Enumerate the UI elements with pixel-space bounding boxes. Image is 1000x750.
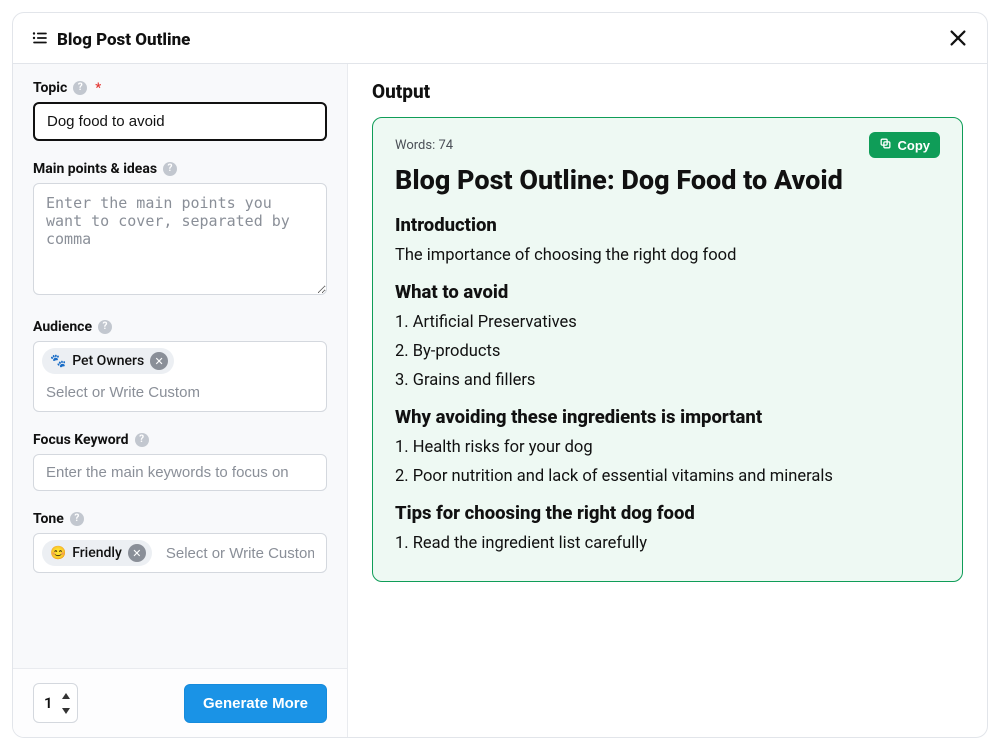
help-icon[interactable]: ? xyxy=(135,433,149,447)
blog-post-outline-dialog: Blog Post Outline Topic ? * xyxy=(12,12,988,738)
audience-chip-pet-owners[interactable]: 🐾 Pet Owners ✕ xyxy=(42,348,174,374)
help-icon[interactable]: ? xyxy=(70,512,84,526)
section-heading: Introduction xyxy=(395,214,940,236)
chip-label: Pet Owners xyxy=(72,353,144,369)
tone-text-input[interactable] xyxy=(162,541,318,566)
remove-chip-button[interactable]: ✕ xyxy=(150,352,168,370)
dialog-header: Blog Post Outline xyxy=(13,13,987,64)
smile-icon: 😊 xyxy=(50,546,66,561)
field-topic: Topic ? * xyxy=(33,80,327,141)
quantity-value: 1 xyxy=(44,694,53,712)
remove-chip-button[interactable]: ✕ xyxy=(128,544,146,562)
main-points-label: Main points & ideas xyxy=(33,161,157,177)
chip-label: Friendly xyxy=(72,545,122,561)
section-heading: Tips for choosing the right dog food xyxy=(395,502,940,524)
sidebar-footer: 1 Generate More xyxy=(13,668,347,737)
tone-chip-friendly[interactable]: 😊 Friendly ✕ xyxy=(42,540,152,566)
output-panel: Output Words: 74 Copy Blog Post xyxy=(348,64,987,737)
stepper-up[interactable] xyxy=(59,688,73,703)
help-icon[interactable]: ? xyxy=(98,320,112,334)
required-indicator: * xyxy=(95,81,101,96)
tone-input[interactable]: 😊 Friendly ✕ xyxy=(33,533,327,573)
outline-list-item: 1. Artificial Preservatives xyxy=(395,313,940,332)
field-tone: Tone ? 😊 Friendly ✕ xyxy=(33,511,327,573)
focus-keyword-input[interactable] xyxy=(33,454,327,491)
outline-title: Blog Post Outline: Dog Food to Avoid xyxy=(395,164,940,196)
audience-label: Audience xyxy=(33,319,92,335)
outline-list-item: 2. By-products xyxy=(395,342,940,361)
output-card: Words: 74 Copy Blog Post Outline: Dog Fo… xyxy=(372,117,963,582)
outline-list-item: 3. Grains and fillers xyxy=(395,371,940,390)
word-count: Words: 74 xyxy=(395,138,453,153)
quantity-stepper[interactable]: 1 xyxy=(33,683,78,723)
stepper-down[interactable] xyxy=(59,703,73,718)
main-points-textarea[interactable] xyxy=(33,183,327,295)
section-heading: Why avoiding these ingredients is import… xyxy=(395,406,940,428)
audience-text-input[interactable] xyxy=(42,378,318,403)
copy-icon xyxy=(879,137,892,153)
generate-more-button[interactable]: Generate More xyxy=(184,684,327,723)
outline-list-item: 1. Health risks for your dog xyxy=(395,438,940,457)
copy-button[interactable]: Copy xyxy=(869,132,941,158)
focus-keyword-label: Focus Keyword xyxy=(33,432,129,448)
audience-input[interactable]: 🐾 Pet Owners ✕ xyxy=(33,341,327,412)
help-icon[interactable]: ? xyxy=(163,162,177,176)
field-focus-keyword: Focus Keyword ? xyxy=(33,432,327,491)
close-button[interactable] xyxy=(947,27,969,53)
dialog-title: Blog Post Outline xyxy=(57,30,190,50)
help-icon[interactable]: ? xyxy=(73,81,87,95)
section-heading: What to avoid xyxy=(395,281,940,303)
outline-text: The importance of choosing the right dog… xyxy=(395,246,940,265)
tone-label: Tone xyxy=(33,511,64,527)
copy-label: Copy xyxy=(898,138,931,153)
paw-icon: 🐾 xyxy=(50,354,66,369)
field-main-points: Main points & ideas ? xyxy=(33,161,327,299)
outline-list-item: 1. Read the ingredient list carefully xyxy=(395,534,940,553)
topic-input[interactable] xyxy=(33,102,327,141)
topic-label: Topic xyxy=(33,80,67,96)
outline-icon xyxy=(31,29,49,51)
output-heading: Output xyxy=(372,80,963,103)
form-sidebar: Topic ? * Main points & ideas ? Audi xyxy=(13,64,348,737)
outline-list-item: 2. Poor nutrition and lack of essential … xyxy=(395,467,940,486)
field-audience: Audience ? 🐾 Pet Owners ✕ xyxy=(33,319,327,412)
